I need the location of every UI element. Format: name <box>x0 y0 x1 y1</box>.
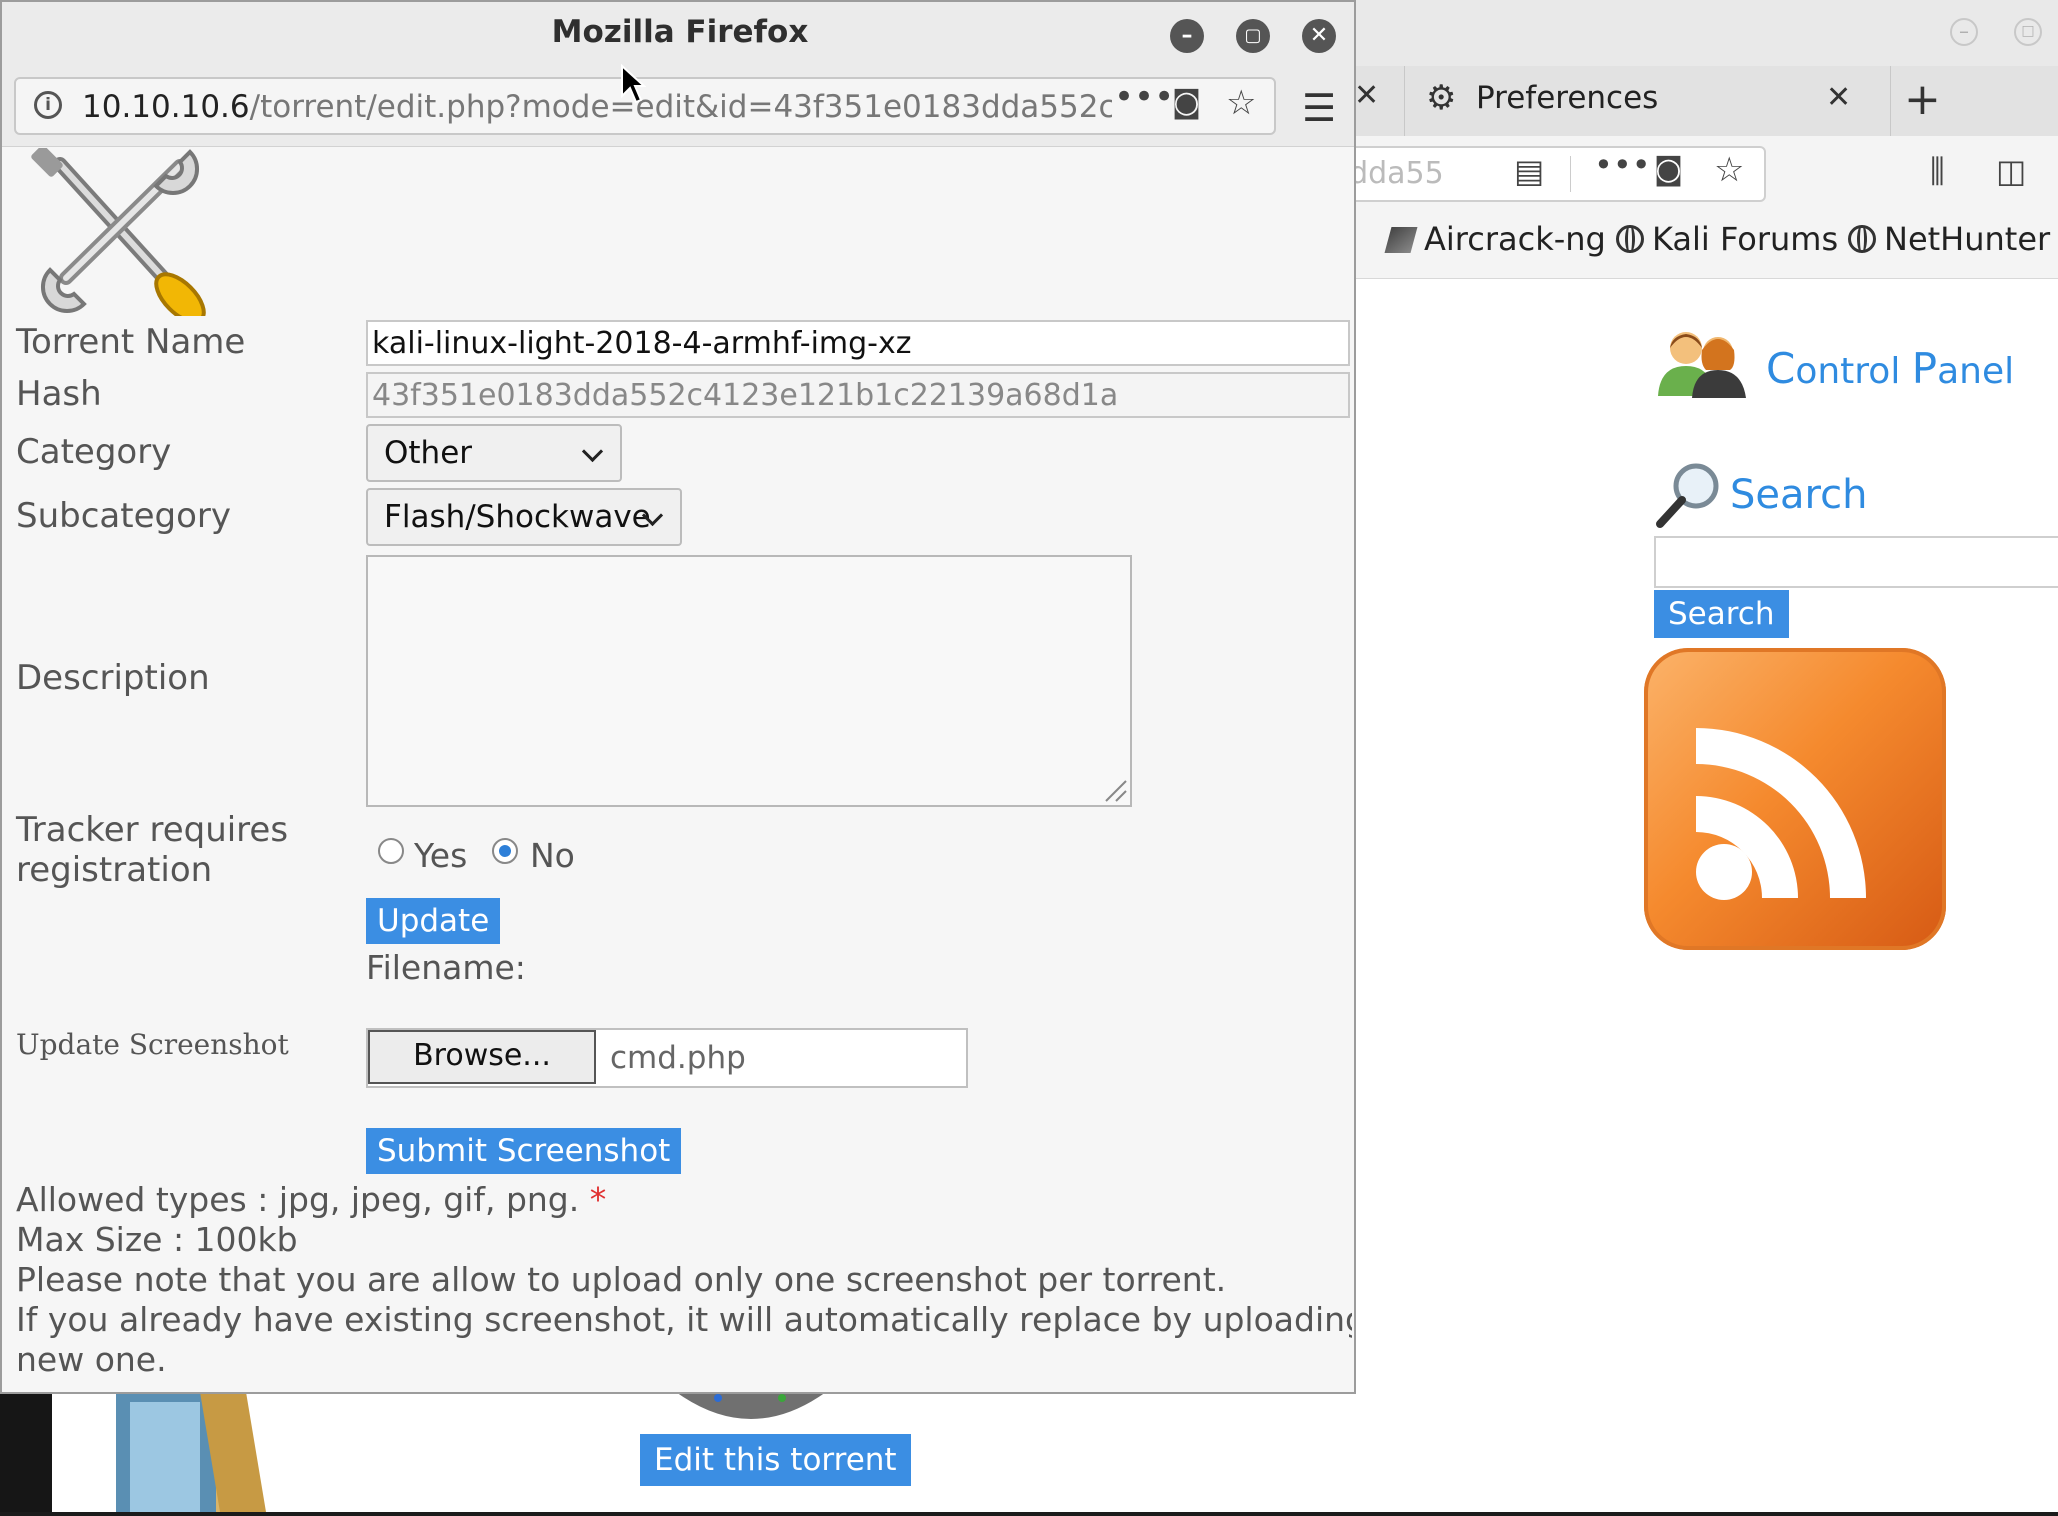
description-label: Description <box>16 658 210 698</box>
tab-close-icon[interactable]: ✕ <box>1826 80 1851 115</box>
replace-note: If you already have existing screenshot,… <box>16 1300 1352 1339</box>
disc-icon <box>676 1392 826 1420</box>
replace-note-continued: new one. <box>16 1340 167 1379</box>
resize-handle-icon[interactable] <box>1102 777 1128 803</box>
folder-icon <box>96 1392 270 1512</box>
search-input[interactable] <box>1654 536 2058 588</box>
url-text[interactable]: 10.10.10.6/torrent/edit.php?mode=edit&id… <box>82 89 1112 125</box>
tab-divider <box>1404 66 1405 136</box>
tools-icon <box>30 145 210 324</box>
library-icon[interactable]: ⫼ <box>1930 152 1945 191</box>
tracker-label-line2: registration <box>16 850 213 890</box>
bg-toolbar: 3dda55 ▤ ••• ◙ ☆ ⫼ ◫ <box>1326 136 2058 212</box>
background-browser-window: – □ ✕ ⚙ Preferences ✕ + 3dda55 ▤ ••• ◙ ☆… <box>1326 0 2058 1512</box>
rss-feed-icon[interactable] <box>1644 648 1946 950</box>
globe-icon <box>1616 225 1644 253</box>
bookmark-star-icon[interactable]: ☆ <box>1226 83 1256 123</box>
bg-titlebar: – □ <box>1330 0 2058 66</box>
browse-button[interactable]: Browse... <box>368 1030 596 1084</box>
tab-divider <box>1890 66 1891 136</box>
bg-minimize-icon[interactable]: – <box>1950 18 1978 46</box>
bg-urlbar[interactable]: 3dda55 ▤ ••• ◙ ☆ <box>1326 146 1766 202</box>
magnifier-icon <box>1654 460 1724 530</box>
subcategory-label: Subcategory <box>16 496 231 536</box>
subcategory-select[interactable]: Flash/Shockwave <box>366 488 682 546</box>
site-info-icon[interactable]: i <box>34 91 62 119</box>
required-asterisk: * <box>589 1180 607 1219</box>
desktop-edge <box>0 1392 52 1512</box>
bg-maximize-icon[interactable]: □ <box>2014 18 2042 46</box>
category-select[interactable]: Other <box>366 424 622 482</box>
maximize-icon[interactable]: ▢ <box>1236 19 1270 53</box>
pocket-icon[interactable]: ◙ <box>1172 85 1201 120</box>
new-tab-plus-icon[interactable]: + <box>1904 74 1941 125</box>
edit-torrent-button[interactable]: Edit this torrent <box>640 1434 911 1486</box>
bookmarks-toolbar: 3 Aircrack-ng Kali Forums NetHunter <box>1330 212 2058 279</box>
page-actions-icon[interactable]: ••• <box>1594 146 1651 184</box>
tracker-yes-radio[interactable] <box>378 838 404 864</box>
control-panel-link[interactable]: Control Panel <box>1766 344 2014 393</box>
torrent-name-input[interactable]: kali-linux-light-2018-4-armhf-img-xz <box>366 320 1350 366</box>
minimize-icon[interactable]: – <box>1170 19 1204 53</box>
bookmark-kali-forums[interactable]: Kali Forums <box>1616 220 1838 258</box>
reader-view-icon[interactable]: ▤ <box>1514 152 1544 190</box>
update-screenshot-label: Update Screenshot <box>16 1028 289 1061</box>
window-title: Mozilla Firefox <box>551 14 809 50</box>
torrent-name-label: Torrent Name <box>16 322 246 362</box>
users-icon <box>1656 326 1748 398</box>
chevron-down-icon <box>581 440 604 463</box>
upload-note: Please note that you are allow to upload… <box>16 1260 1227 1299</box>
tab-preferences[interactable]: ⚙ Preferences ✕ <box>1426 74 1866 128</box>
hash-label: Hash <box>16 374 102 414</box>
bg-tab-bar: ✕ ⚙ Preferences ✕ + <box>1330 66 2058 137</box>
chosen-file-name: cmd.php <box>610 1040 746 1076</box>
search-button[interactable]: Search <box>1654 590 1789 638</box>
close-icon[interactable]: ✕ <box>1302 19 1336 53</box>
aircrack-icon <box>1384 227 1418 253</box>
page-actions-icon[interactable]: ••• <box>1114 77 1174 117</box>
submit-screenshot-button[interactable]: Submit Screenshot <box>366 1128 682 1174</box>
tracker-yes-label: Yes <box>414 836 468 875</box>
bookmark-star-icon[interactable]: ☆ <box>1714 150 1744 190</box>
bookmark-nethunter[interactable]: NetHunter <box>1848 220 2050 258</box>
category-label: Category <box>16 432 172 472</box>
update-button[interactable]: Update <box>366 898 501 944</box>
globe-icon <box>1848 225 1876 253</box>
filename-label: Filename: <box>366 948 526 987</box>
mouse-cursor-icon <box>621 64 646 104</box>
max-size-note: Max Size : 100kb <box>16 1220 298 1259</box>
urlbar-divider <box>1570 156 1571 192</box>
hash-input[interactable]: 43f351e0183dda552c4123e121b1c22139a68d1a <box>366 372 1350 418</box>
allowed-types-note: Allowed types : jpg, jpeg, gif, png. * <box>16 1180 607 1219</box>
popup-window: Mozilla Firefox – ▢ ✕ i 10.10.10.6/torre… <box>0 0 1356 1394</box>
pocket-icon[interactable]: ◙ <box>1654 152 1683 187</box>
sidebar-icon[interactable]: ◫ <box>1996 152 2026 190</box>
tracker-no-label: No <box>530 836 575 875</box>
tab-label: Preferences <box>1476 80 1659 116</box>
description-textarea[interactable] <box>366 555 1132 807</box>
tracker-label-line1: Tracker requires <box>16 810 289 850</box>
hamburger-menu-icon[interactable]: ☰ <box>1302 86 1336 130</box>
bookmark-aircrack[interactable]: Aircrack-ng <box>1384 220 1606 258</box>
search-heading: Search <box>1730 472 1868 518</box>
prev-tab-close-icon[interactable]: ✕ <box>1354 78 1379 113</box>
gear-icon: ⚙ <box>1426 78 1457 118</box>
tracker-no-radio[interactable] <box>492 838 518 864</box>
